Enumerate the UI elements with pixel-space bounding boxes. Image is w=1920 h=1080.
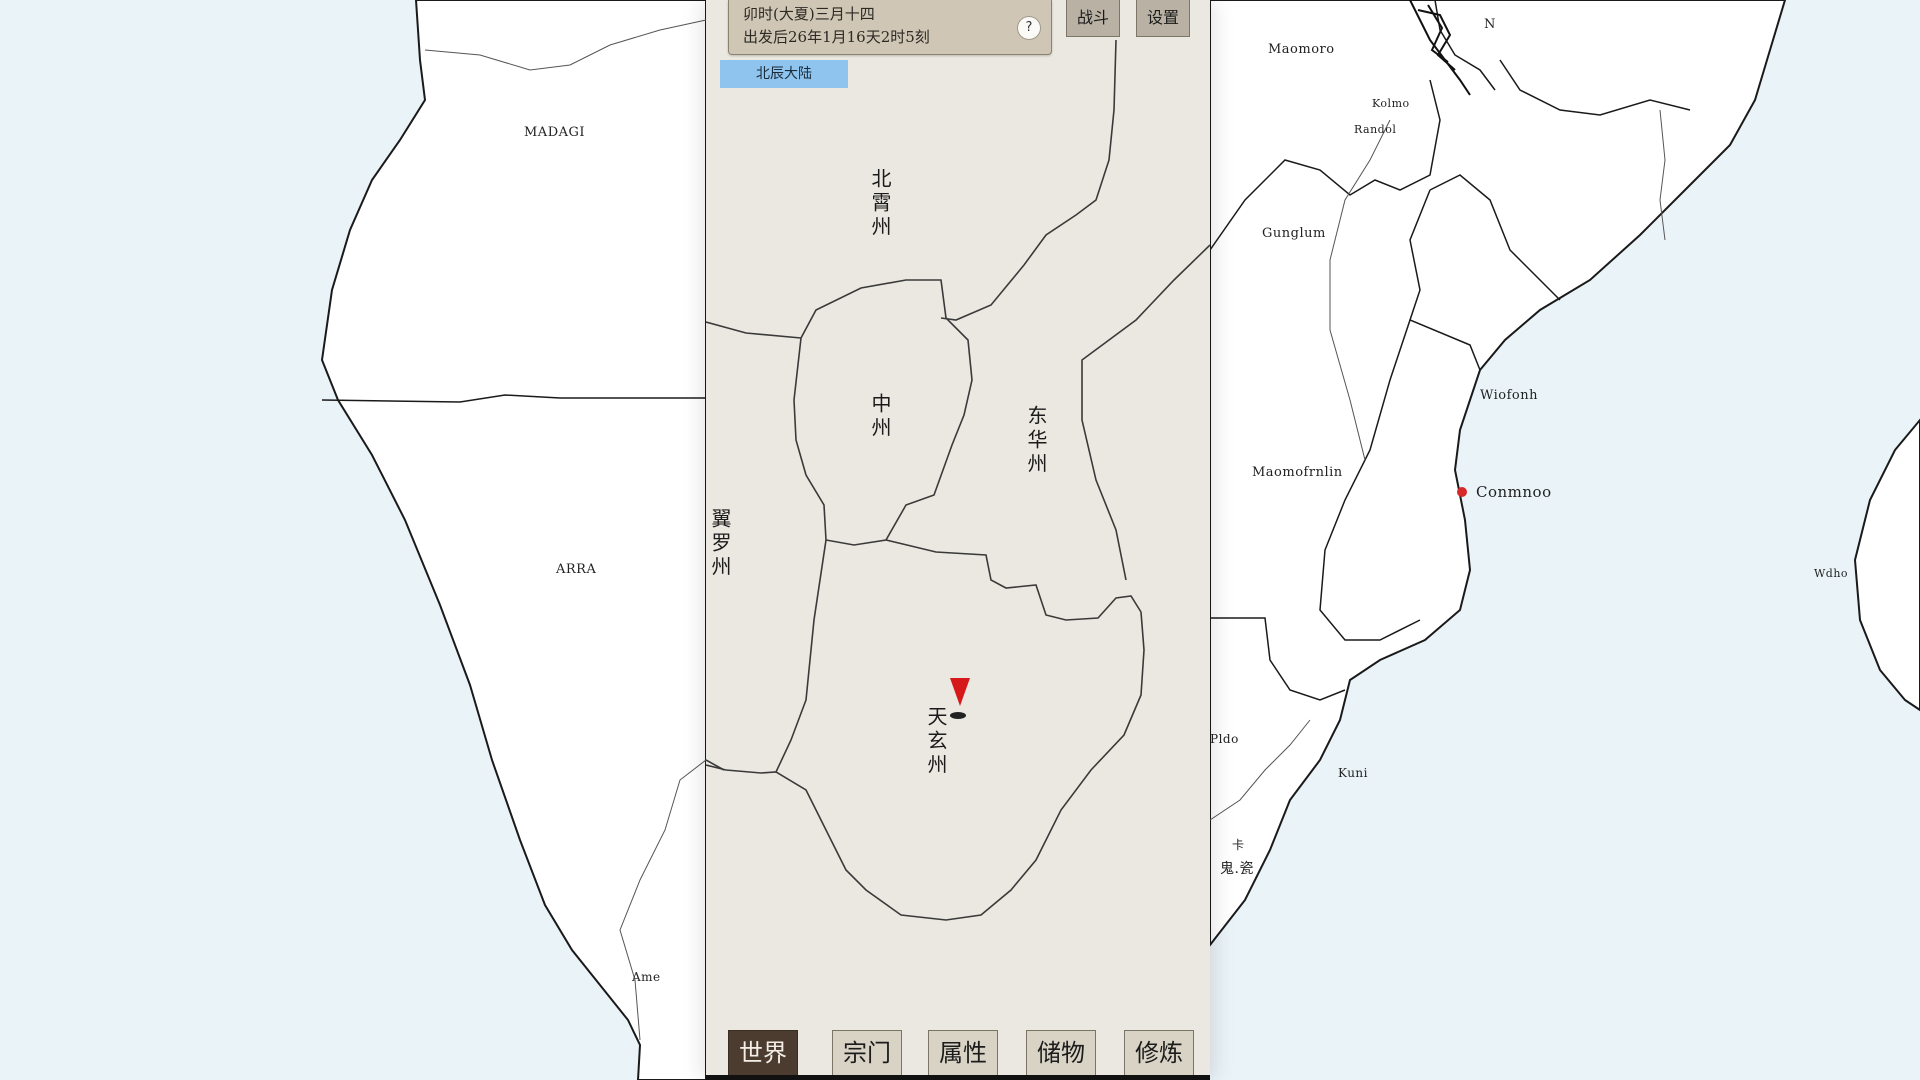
map-label-n: N xyxy=(1484,17,1496,32)
bottom-nav: 世界 宗门 属性 储物 修炼 xyxy=(706,1024,1210,1080)
info-icon[interactable]: ? xyxy=(1017,16,1041,40)
bottom-bar xyxy=(706,1075,1210,1080)
map-label-se4: 鬼.瓷 xyxy=(1220,861,1254,877)
state-label-north[interactable]: 北霄州 xyxy=(866,168,895,240)
state-label-east[interactable]: 东华州 xyxy=(1022,405,1051,477)
border-east-state xyxy=(1081,244,1210,581)
battle-button[interactable]: 战斗 xyxy=(1066,0,1120,37)
settings-button[interactable]: 设置 xyxy=(1136,0,1190,37)
border-west-north xyxy=(706,321,802,339)
map-label-gunglum: Gunglum xyxy=(1262,226,1326,241)
landmass-far-east xyxy=(1853,418,1920,712)
tab-storage[interactable]: 储物 xyxy=(1026,1030,1096,1075)
map-label-ame: Ame xyxy=(632,970,661,984)
tab-sect[interactable]: 宗门 xyxy=(832,1030,902,1075)
region-tag[interactable]: 北辰大陆 xyxy=(720,60,848,88)
map-label-arra: ARRA xyxy=(556,562,597,577)
map-label-pldo: Pldo xyxy=(1210,732,1239,746)
map-label-kuni: Kuni xyxy=(1338,766,1368,780)
tab-world[interactable]: 世界 xyxy=(728,1030,798,1075)
map-label-maomofrnlin: Maomofrnlin xyxy=(1252,465,1343,480)
map-label-randol: Randol xyxy=(1354,123,1397,136)
player-marker-shadow xyxy=(950,712,966,719)
border-north-east xyxy=(940,39,1117,321)
city-label: Conmnoo xyxy=(1476,483,1552,501)
map-label-wdho: Wdho xyxy=(1814,567,1849,580)
border-central-south xyxy=(885,539,1142,621)
tab-attributes[interactable]: 属性 xyxy=(928,1030,998,1075)
time-info-box: 卯时(大夏)三月十四 出发后26年1月16天2时5刻 ? xyxy=(728,0,1052,55)
state-label-west[interactable]: 翼罗州 xyxy=(706,508,735,580)
region-map xyxy=(706,39,1210,921)
player-location-marker xyxy=(950,678,970,706)
map-label-maomoro: Maomoro xyxy=(1268,42,1335,57)
map-label-wiofonh: Wiofonh xyxy=(1480,388,1539,403)
map-label-kolmo: Kolmo xyxy=(1372,97,1410,110)
state-label-central[interactable]: 中州 xyxy=(866,393,895,441)
landmass-west xyxy=(320,0,707,1080)
time-line-2: 出发后26年1月16天2时5刻 xyxy=(743,28,930,46)
map-label-se3: 卡 xyxy=(1232,838,1245,852)
city-marker[interactable] xyxy=(1457,487,1467,497)
map-label-madagi: MADAGI xyxy=(524,125,586,140)
time-line-1: 卯时(大夏)三月十四 xyxy=(743,5,875,23)
border-south-state xyxy=(775,539,827,773)
game-panel: 卯时(大夏)三月十四 出发后26年1月16天2时5刻 ? 战斗 设置 北辰大陆 … xyxy=(706,0,1210,1080)
tab-cultivate[interactable]: 修炼 xyxy=(1124,1030,1194,1075)
state-label-south[interactable]: 天玄州 xyxy=(922,706,951,778)
